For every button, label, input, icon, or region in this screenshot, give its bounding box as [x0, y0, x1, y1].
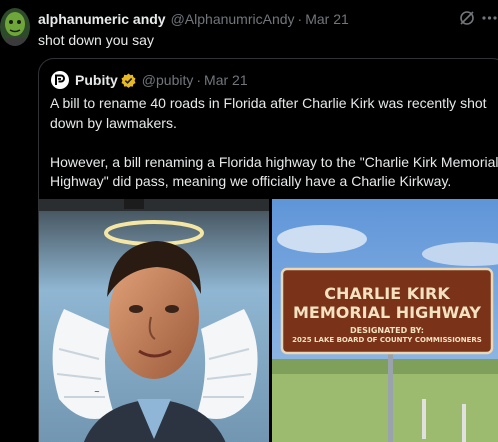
author-handle[interactable]: @AlphanumricAndy — [171, 11, 295, 27]
quoted-paragraph-1: A bill to rename 40 roads in Florida aft… — [50, 95, 487, 131]
separator-dot: · — [196, 72, 202, 88]
pubity-logo[interactable] — [51, 71, 69, 89]
quoted-post-header: Pubity @pubity · Mar 21 — [51, 71, 248, 89]
post-header: alphanumeric andy @AlphanumricAndy · Mar… — [38, 10, 349, 28]
post[interactable]: alphanumeric andy @AlphanumricAndy · Mar… — [0, 0, 498, 442]
quoted-post-text: A bill to rename 40 roads in Florida aft… — [50, 94, 498, 211]
separator-dot: · — [297, 11, 303, 27]
quoted-post[interactable]: Pubity @pubity · Mar 21 A bill to rename… — [38, 58, 498, 442]
svg-text:~: ~ — [94, 388, 100, 396]
post-timestamp[interactable]: Mar 21 — [305, 11, 349, 27]
sign-line-2: MEMORIAL HIGHWAY — [292, 303, 482, 322]
author-avatar[interactable] — [0, 8, 30, 46]
sign-line-1: CHARLIE KIRK — [324, 284, 450, 303]
post-text: shot down you say — [38, 32, 154, 48]
quoted-author-name[interactable]: Pubity — [75, 72, 118, 88]
author-name[interactable]: alphanumeric andy — [38, 11, 166, 27]
sign-line-3: DESIGNATED BY: — [350, 326, 424, 335]
media-grid: ~ CHARLIE KIRK MEMORIAL HIGHWAY DESIGNAT… — [39, 199, 498, 442]
quoted-paragraph-2: However, a bill renaming a Florida highw… — [50, 153, 498, 190]
mural-image[interactable]: ~ — [39, 199, 269, 442]
quoted-post-timestamp[interactable]: Mar 21 — [204, 72, 248, 88]
quoted-author-handle[interactable]: @pubity — [142, 72, 194, 88]
highway-sign-image[interactable]: CHARLIE KIRK MEMORIAL HIGHWAY DESIGNATED… — [272, 199, 498, 442]
grok-icon[interactable] — [458, 9, 476, 27]
more-options-icon[interactable] — [481, 9, 498, 27]
verified-badge-icon — [121, 72, 136, 88]
sign-line-4: 2025 LAKE BOARD OF COUNTY COMMISSIONERS — [292, 336, 482, 344]
